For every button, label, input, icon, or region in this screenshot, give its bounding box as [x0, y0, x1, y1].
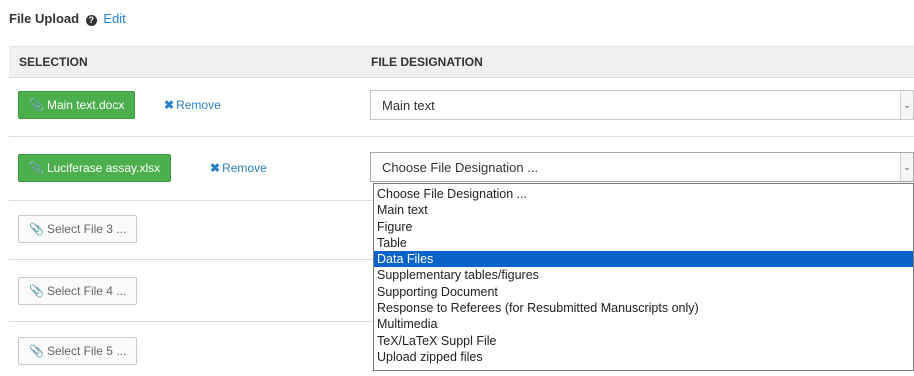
column-header-file-designation: FILE DESIGNATION: [371, 55, 483, 69]
remove-label: Remove: [176, 98, 221, 112]
select-value: Main text: [382, 98, 435, 113]
select-value: Choose File Designation ...: [382, 160, 539, 175]
row-divider: [9, 136, 914, 137]
paperclip-icon: 📎: [29, 344, 44, 358]
file-designation-select-1[interactable]: Main text ⌄: [370, 90, 914, 120]
question-circle-icon[interactable]: ?: [85, 15, 97, 26]
remove-x-icon: ✖: [164, 98, 175, 112]
file-button-2[interactable]: 📎 Luciferase assay.xlsx: [18, 154, 172, 182]
remove-label: Remove: [222, 161, 267, 175]
select-file-button-5[interactable]: 📎 Select File 5 ...: [18, 337, 138, 365]
dropdown-option-multimedia[interactable]: Multimedia: [374, 316, 913, 332]
file-button-label: Select File 3 ...: [46, 222, 127, 236]
dropdown-option-response-to-referees[interactable]: Response to Referees (for Resubmitted Ma…: [374, 300, 913, 316]
section-title: File Upload ? Edit: [9, 11, 126, 26]
dropdown-option-upload-zipped[interactable]: Upload zipped files: [374, 349, 913, 365]
dropdown-option-choose[interactable]: Choose File Designation ...: [374, 186, 913, 202]
remove-link-2[interactable]: ✖ Remove: [210, 161, 267, 175]
file-button-1[interactable]: 📎 Main text.docx: [18, 91, 136, 119]
edit-link[interactable]: Edit: [103, 11, 125, 26]
select-file-button-3[interactable]: 📎 Select File 3 ...: [18, 215, 138, 243]
section-title-label: File Upload: [9, 11, 80, 26]
file-button-label: Select File 5 ...: [46, 344, 127, 358]
dropdown-option-main-text[interactable]: Main text: [374, 202, 913, 218]
dropdown-option-data-files[interactable]: Data Files: [374, 251, 913, 268]
remove-link-1[interactable]: ✖ Remove: [164, 98, 221, 112]
file-button-label: Luciferase assay.xlsx: [46, 161, 161, 175]
chevron-down-icon[interactable]: ⌄: [900, 91, 913, 119]
paperclip-icon: 📎: [29, 222, 44, 236]
paperclip-icon: 📎: [29, 284, 44, 298]
file-button-label: Main text.docx: [46, 98, 125, 112]
select-file-button-4[interactable]: 📎 Select File 4 ...: [18, 277, 138, 305]
file-designation-select-2[interactable]: Choose File Designation ... ⌄: [370, 152, 914, 182]
column-header-selection: SELECTION: [19, 55, 88, 69]
file-designation-dropdown[interactable]: Choose File Designation ... Main text Fi…: [373, 183, 914, 371]
remove-x-icon: ✖: [210, 161, 221, 175]
paperclip-icon: 📎: [29, 98, 44, 112]
dropdown-option-tex-latex[interactable]: TeX/LaTeX Suppl File: [374, 333, 913, 349]
dropdown-option-figure[interactable]: Figure: [374, 219, 913, 235]
table-header: SELECTION FILE DESIGNATION: [9, 46, 914, 78]
dropdown-option-table[interactable]: Table: [374, 235, 913, 251]
paperclip-icon: 📎: [29, 161, 44, 175]
dropdown-option-supplementary[interactable]: Supplementary tables/figures: [374, 267, 913, 283]
dropdown-option-supporting-document[interactable]: Supporting Document: [374, 284, 913, 300]
file-button-label: Select File 4 ...: [46, 284, 127, 298]
chevron-down-icon[interactable]: ⌄: [900, 153, 913, 181]
